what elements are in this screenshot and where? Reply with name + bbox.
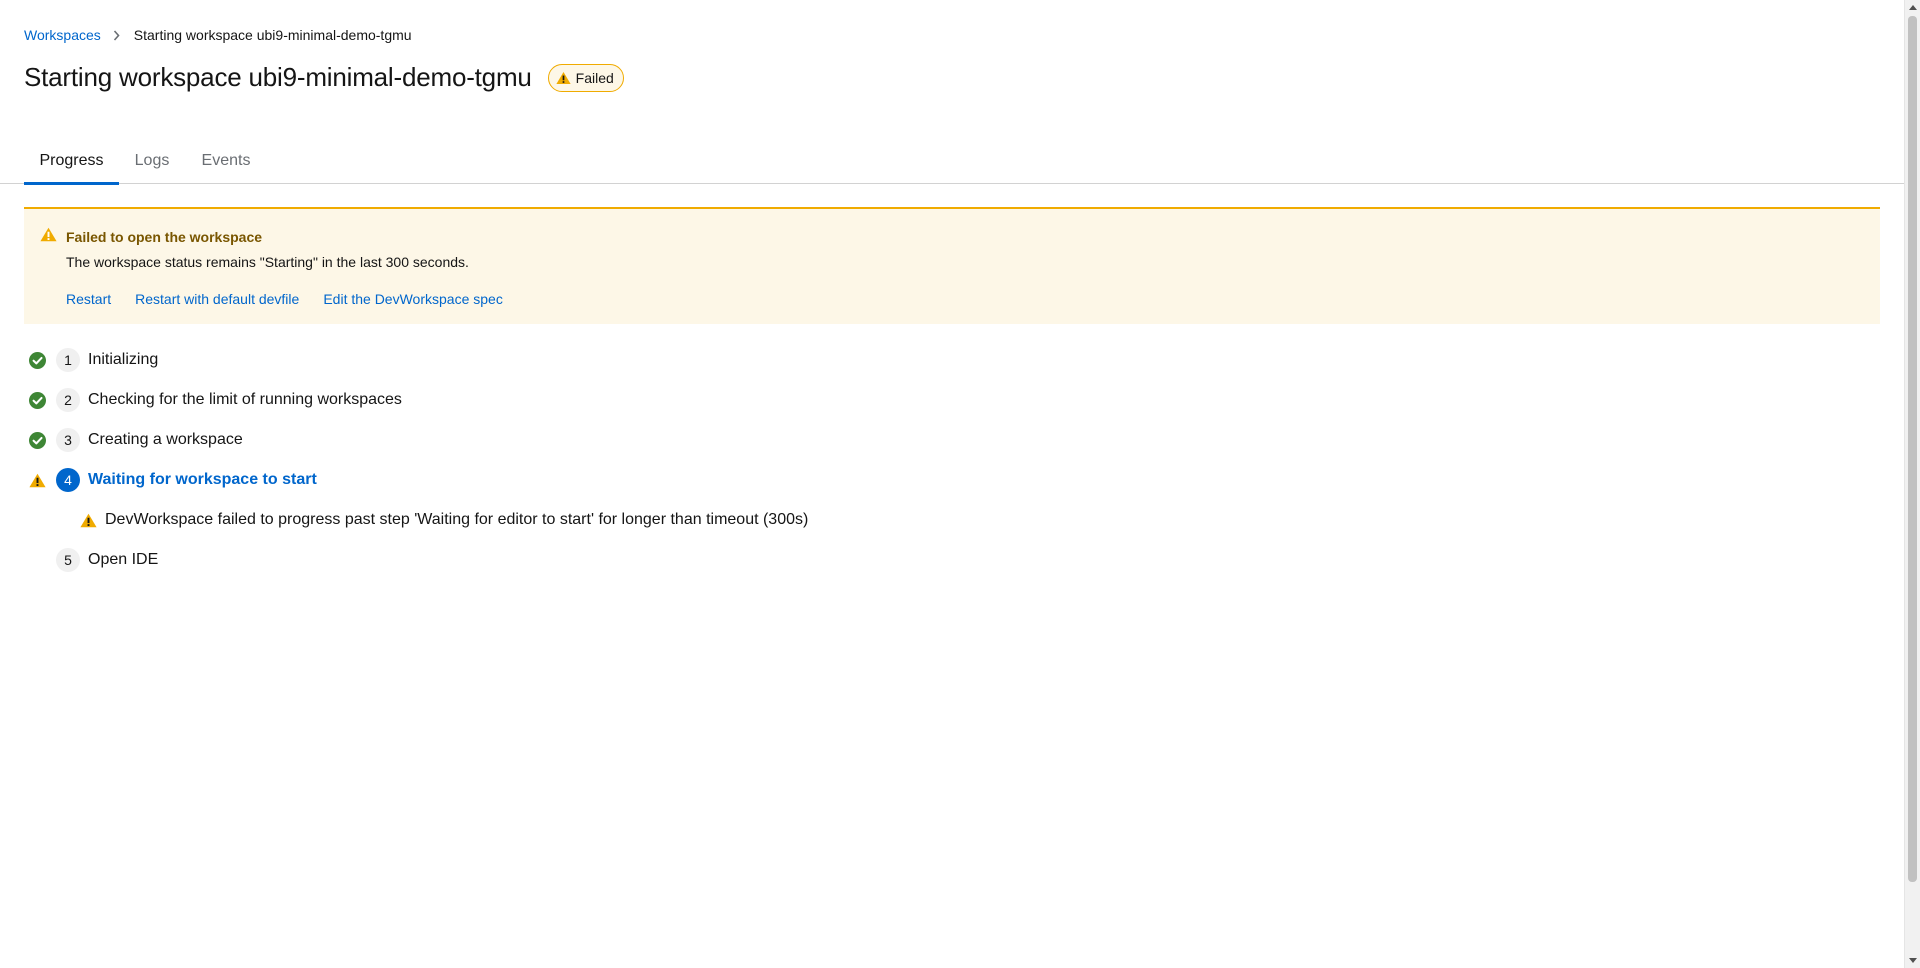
step-number: 4	[56, 468, 80, 492]
status-badge-label: Failed	[575, 69, 614, 86]
restart-button[interactable]: Restart	[66, 291, 111, 307]
alert-actions: Restart Restart with default devfile Edi…	[66, 291, 503, 307]
page-title: Starting workspace ubi9-minimal-demo-tgm…	[24, 62, 532, 92]
breadcrumb-current: Starting workspace ubi9-minimal-demo-tgm…	[133, 27, 412, 43]
warning-alert: Failed to open the workspace The workspa…	[24, 207, 1880, 324]
step-label: Waiting for workspace to start	[88, 471, 317, 488]
step-number: 5	[56, 548, 80, 572]
step-number: 3	[56, 428, 80, 452]
breadcrumb: Workspaces Starting workspace ubi9-minim…	[24, 27, 412, 43]
vertical-scrollbar[interactable]	[1904, 0, 1920, 968]
chevron-right-icon	[113, 29, 120, 41]
warning-triangle-icon	[556, 71, 571, 85]
edit-devworkspace-spec-button[interactable]: Edit the DevWorkspace spec	[323, 291, 503, 307]
tab-progress[interactable]: Progress	[24, 148, 119, 185]
tab-logs[interactable]: Logs	[128, 148, 176, 184]
warning-triangle-icon	[28, 471, 46, 489]
step-label: Creating a workspace	[88, 431, 243, 448]
warning-triangle-icon	[80, 513, 97, 528]
step-wait-start: 4 Waiting for workspace to start	[28, 466, 317, 494]
tab-events[interactable]: Events	[196, 148, 256, 184]
step-warning-message: DevWorkspace failed to progress past ste…	[105, 511, 809, 528]
warning-triangle-icon	[40, 227, 57, 247]
step-check-limit: 2 Checking for the limit of running work…	[28, 386, 402, 414]
step-label: Open IDE	[88, 551, 159, 568]
check-circle-icon	[28, 351, 46, 369]
status-badge: Failed	[547, 63, 624, 92]
check-circle-icon	[28, 391, 46, 409]
alert-title: Failed to open the workspace	[66, 229, 263, 245]
step-initializing: 1 Initializing	[28, 346, 158, 374]
scroll-down-icon[interactable]	[1905, 953, 1920, 968]
check-circle-icon	[28, 431, 46, 449]
title-row: Starting workspace ubi9-minimal-demo-tgm…	[24, 62, 624, 93]
breadcrumb-workspaces-link[interactable]: Workspaces	[24, 27, 101, 43]
step-open-ide: 5 Open IDE	[28, 546, 158, 574]
tab-bar: Progress Logs Events	[0, 148, 1904, 185]
step-label: Initializing	[88, 351, 159, 368]
restart-default-devfile-button[interactable]: Restart with default devfile	[135, 291, 299, 307]
alert-description: The workspace status remains "Starting" …	[66, 254, 469, 270]
step-wait-start-message: DevWorkspace failed to progress past ste…	[80, 508, 808, 532]
step-number: 1	[56, 348, 80, 372]
step-label: Checking for the limit of running worksp…	[88, 391, 402, 408]
scrollbar-thumb[interactable]	[1908, 16, 1917, 882]
step-number: 2	[56, 388, 80, 412]
workspace-progress-page: Workspaces Starting workspace ubi9-minim…	[0, 0, 1904, 968]
step-create-workspace: 3 Creating a workspace	[28, 426, 243, 454]
scroll-up-icon[interactable]	[1905, 0, 1920, 15]
